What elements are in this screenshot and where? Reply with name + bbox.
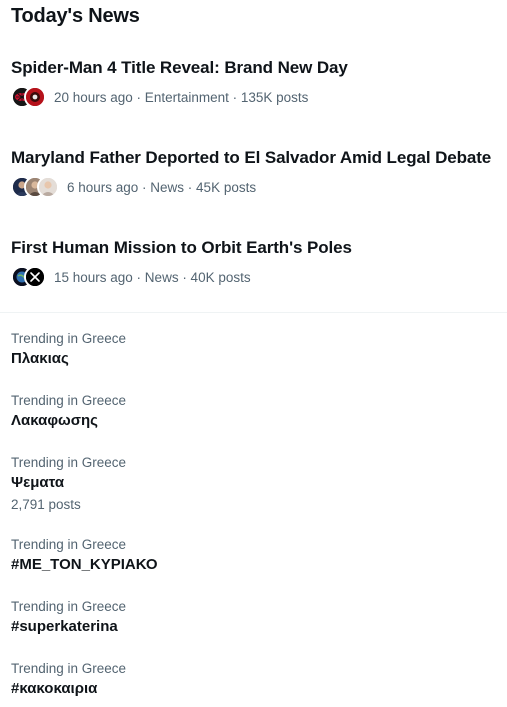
trend-context: Trending in Greece (11, 455, 127, 470)
section-divider (0, 312, 507, 313)
trend-item[interactable]: Trending in Greece Πλακιας (11, 331, 491, 369)
news-meta-text: 6 hours ago · News · 45K posts (67, 179, 257, 195)
news-item[interactable]: First Human Mission to Orbit Earth's Pol… (11, 238, 505, 288)
trend-name[interactable]: #κακοκαιρια (11, 679, 491, 699)
trend-item[interactable]: Trending in Greece #ΜΕ_ΤΟΝ_ΚΥΡΙΑΚΟ (11, 537, 491, 575)
news-meta-row: 6 hours ago · News · 45K posts (11, 176, 505, 198)
avatar-group (11, 176, 59, 198)
trend-name[interactable]: #ΜΕ_ΤΟΝ_ΚΥΡΙΑΚΟ (11, 555, 491, 575)
person-avatar-icon (37, 176, 59, 198)
trend-post-count: 2,791 posts (11, 497, 81, 512)
news-headline[interactable]: First Human Mission to Orbit Earth's Pol… (11, 238, 505, 258)
trend-context: Trending in Greece (11, 393, 127, 408)
trend-item[interactable]: Trending in Greece #κακοκαιρια (11, 661, 491, 699)
trend-item[interactable]: Trending in Greece Ψεματα 2,791 posts (11, 455, 491, 513)
news-meta-text: 20 hours ago · Entertainment · 135K post… (54, 89, 309, 105)
news-meta-text: 15 hours ago · News · 40K posts (54, 269, 251, 285)
marvel-avatar-icon (24, 86, 46, 108)
trend-item[interactable]: Trending in Greece Λακαφωσης (11, 393, 491, 431)
news-meta-row: 20 hours ago · Entertainment · 135K post… (11, 86, 505, 108)
trend-context: Trending in Greece (11, 599, 127, 614)
news-item[interactable]: Spider-Man 4 Title Reveal: Brand New Day (11, 58, 505, 108)
trend-item[interactable]: Trending in Greece #superkaterina (11, 599, 491, 637)
news-headline[interactable]: Spider-Man 4 Title Reveal: Brand New Day (11, 58, 505, 78)
trend-name[interactable]: Πλακιας (11, 349, 491, 369)
news-item[interactable]: Maryland Father Deported to El Salvador … (11, 148, 505, 198)
avatar-group (11, 266, 46, 288)
trend-context: Trending in Greece (11, 661, 127, 676)
todays-news-panel: Today's News Spider-Man 4 Title Reveal: … (0, 0, 507, 707)
trend-context: Trending in Greece (11, 537, 127, 552)
news-headline[interactable]: Maryland Father Deported to El Salvador … (11, 148, 505, 168)
avatar-group (11, 86, 46, 108)
trend-context: Trending in Greece (11, 331, 127, 346)
trend-name[interactable]: #superkaterina (11, 617, 491, 637)
trend-name[interactable]: Ψεματα (11, 473, 491, 493)
news-meta-row: 15 hours ago · News · 40K posts (11, 266, 505, 288)
section-title: Today's News (11, 5, 140, 27)
trend-name[interactable]: Λακαφωσης (11, 411, 491, 431)
x-logo-icon (24, 266, 46, 288)
